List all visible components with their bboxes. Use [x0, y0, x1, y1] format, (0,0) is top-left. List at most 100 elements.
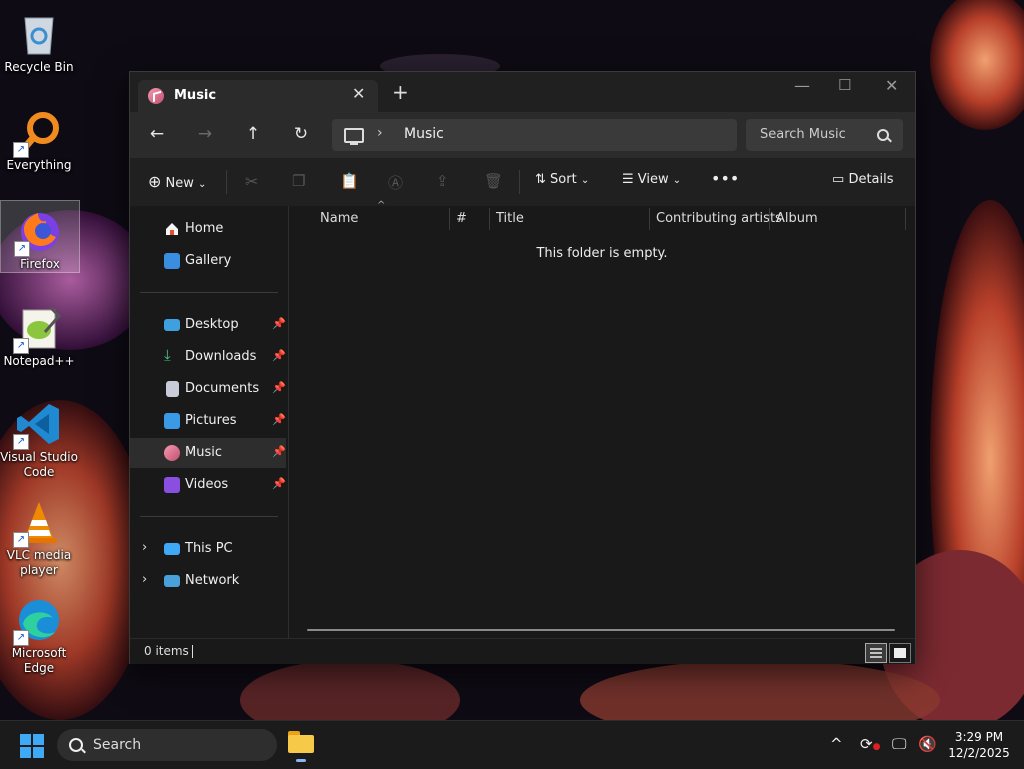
desktop-icon-label: VLC media player [6, 548, 72, 577]
view-button[interactable]: ☰ View ⌄ [622, 172, 681, 187]
sidebar-item-label: Downloads [185, 349, 257, 364]
sidebar-item-label: Gallery [185, 253, 232, 268]
music-icon [148, 88, 164, 104]
back-button[interactable]: ← [145, 124, 169, 144]
divider [140, 292, 278, 293]
new-tab-button[interactable]: + [392, 82, 409, 102]
sidebar-item-home[interactable]: Home [130, 214, 286, 244]
column-divider[interactable] [489, 208, 490, 230]
home-icon [164, 221, 180, 237]
details-pane-button[interactable]: ▭ Details [832, 172, 894, 187]
tab-music[interactable]: Music ✕ [138, 80, 378, 112]
sidebar-item-label: Desktop [185, 317, 239, 332]
column-divider[interactable] [769, 208, 770, 230]
start-button[interactable] [20, 734, 44, 758]
search-input[interactable]: Search Music [746, 119, 903, 151]
forward-button[interactable]: → [193, 124, 217, 144]
column-divider[interactable] [905, 208, 906, 230]
cut-button[interactable]: ✂ [245, 172, 258, 191]
desktop-icon-edge[interactable]: ↗ Microsoft Edge [0, 590, 78, 676]
pin-icon[interactable]: 📌 [272, 381, 286, 394]
paste-button[interactable]: 📋 [340, 172, 359, 190]
column-header-contributing-artists[interactable]: Contributing artists [656, 211, 782, 226]
sidebar-item-label: Music [185, 445, 222, 460]
desktop-icon-recycle-bin[interactable]: Recycle Bin [0, 4, 78, 75]
details-pane-icon: ▭ [832, 172, 845, 187]
chevron-right-icon[interactable]: › [142, 540, 147, 555]
minimize-button[interactable]: — [794, 76, 810, 95]
desktop-icon-label: Firefox [20, 257, 60, 271]
search-placeholder: Search Music [760, 127, 846, 142]
delete-button[interactable]: 🗑 [484, 172, 503, 190]
up-button[interactable]: ↑ [241, 124, 265, 144]
chevron-right-icon[interactable]: › [377, 125, 383, 141]
close-window-button[interactable]: ✕ [885, 76, 898, 95]
sidebar-item-desktop[interactable]: Desktop 📌 [130, 310, 286, 340]
desktop-icon-vlc[interactable]: ↗ VLC media player [0, 492, 78, 578]
desktop-icon-everything[interactable]: ↗ Everything [0, 102, 78, 173]
column-divider[interactable] [449, 208, 450, 230]
column-header-title[interactable]: Title [496, 211, 524, 226]
share-button[interactable]: ⇪ [436, 172, 449, 190]
rename-button[interactable]: Ⓐ [388, 172, 403, 193]
search-icon [877, 129, 889, 141]
sort-icon: ⇅ [535, 172, 546, 187]
column-header-number[interactable]: # [456, 211, 467, 226]
file-list: Name ^ # Title Contributing artists Albu… [289, 200, 915, 638]
large-icons-view-button[interactable] [889, 643, 911, 663]
pin-icon[interactable]: 📌 [272, 349, 286, 362]
shortcut-arrow-icon: ↗ [13, 434, 29, 450]
new-button[interactable]: ⊕ New ⌄ [148, 172, 206, 191]
desktop-icon-label: Visual Studio Code [0, 450, 78, 479]
large-icons-view-icon [894, 648, 906, 658]
running-indicator [296, 759, 306, 762]
desktop-folder-icon [164, 319, 180, 331]
command-bar: ⊕ New ⌄ ✂ ❐ 📋 Ⓐ ⇪ 🗑 ⇅ Sort ⌄ ☰ View ⌄ ••… [130, 158, 915, 207]
everything-icon: ↗ [13, 108, 63, 158]
more-options-button[interactable]: ••• [711, 169, 739, 188]
sidebar-item-network[interactable]: › Network [130, 566, 286, 596]
pin-icon[interactable]: 📌 [272, 317, 286, 330]
details-view-button[interactable] [865, 643, 887, 663]
chevron-down-icon: ⌄ [198, 179, 207, 190]
address-bar[interactable]: › Music [332, 119, 737, 151]
refresh-button[interactable]: ↻ [289, 124, 313, 144]
system-clock[interactable]: 3:29 PM 12/2/2025 [944, 729, 1014, 761]
windows-logo-icon [20, 734, 31, 745]
empty-folder-message: This folder is empty. [536, 246, 668, 261]
horizontal-scrollbar[interactable] [307, 629, 895, 631]
column-header-album[interactable]: Album [776, 211, 818, 226]
copy-button[interactable]: ❐ [292, 172, 305, 190]
sidebar-item-music[interactable]: Music 📌 [130, 438, 286, 468]
breadcrumb-music[interactable]: Music [404, 126, 444, 142]
taskbar: Search ^ ⟳● 🖵 🔇 3:29 PM 12/2/2025 [0, 720, 1024, 769]
desktop-icon-vscode[interactable]: ↗ Visual Studio Code [0, 394, 78, 480]
sidebar-item-documents[interactable]: Documents 📌 [130, 374, 286, 404]
file-explorer-taskbar-icon[interactable] [288, 731, 314, 762]
sidebar-item-pictures[interactable]: Pictures 📌 [130, 406, 286, 436]
pin-icon[interactable]: 📌 [272, 445, 286, 458]
desktop-icon-notepadpp[interactable]: ↗ Notepad++ [0, 298, 78, 369]
plus-circle-icon: ⊕ [148, 172, 162, 191]
maximize-button[interactable]: ☐ [838, 76, 851, 94]
close-tab-icon[interactable]: ✕ [352, 84, 365, 103]
pin-icon[interactable]: 📌 [272, 477, 286, 490]
sort-button[interactable]: ⇅ Sort ⌄ [535, 172, 589, 187]
chevron-right-icon[interactable]: › [142, 572, 147, 587]
column-header-name[interactable]: Name [320, 211, 358, 226]
sidebar-item-label: Pictures [185, 413, 237, 428]
sidebar-item-label: Home [185, 221, 224, 236]
sidebar-item-this-pc[interactable]: › This PC [130, 534, 286, 564]
document-icon [166, 381, 179, 397]
taskbar-search[interactable]: Search [57, 729, 277, 761]
sidebar-item-videos[interactable]: Videos 📌 [130, 470, 286, 500]
volume-muted-icon[interactable]: 🔇 [918, 735, 937, 753]
show-hidden-icons-chevron-up-icon[interactable]: ^ [830, 735, 843, 753]
column-divider[interactable] [649, 208, 650, 230]
sidebar-item-downloads[interactable]: ⤓ Downloads 📌 [130, 342, 286, 372]
network-status-icon[interactable]: 🖵 [892, 735, 906, 753]
desktop-icon-firefox[interactable]: ↗ Firefox [0, 200, 80, 273]
sidebar-item-gallery[interactable]: Gallery [130, 246, 286, 276]
sync-icon[interactable]: ⟳● [860, 735, 880, 753]
pin-icon[interactable]: 📌 [272, 413, 286, 426]
